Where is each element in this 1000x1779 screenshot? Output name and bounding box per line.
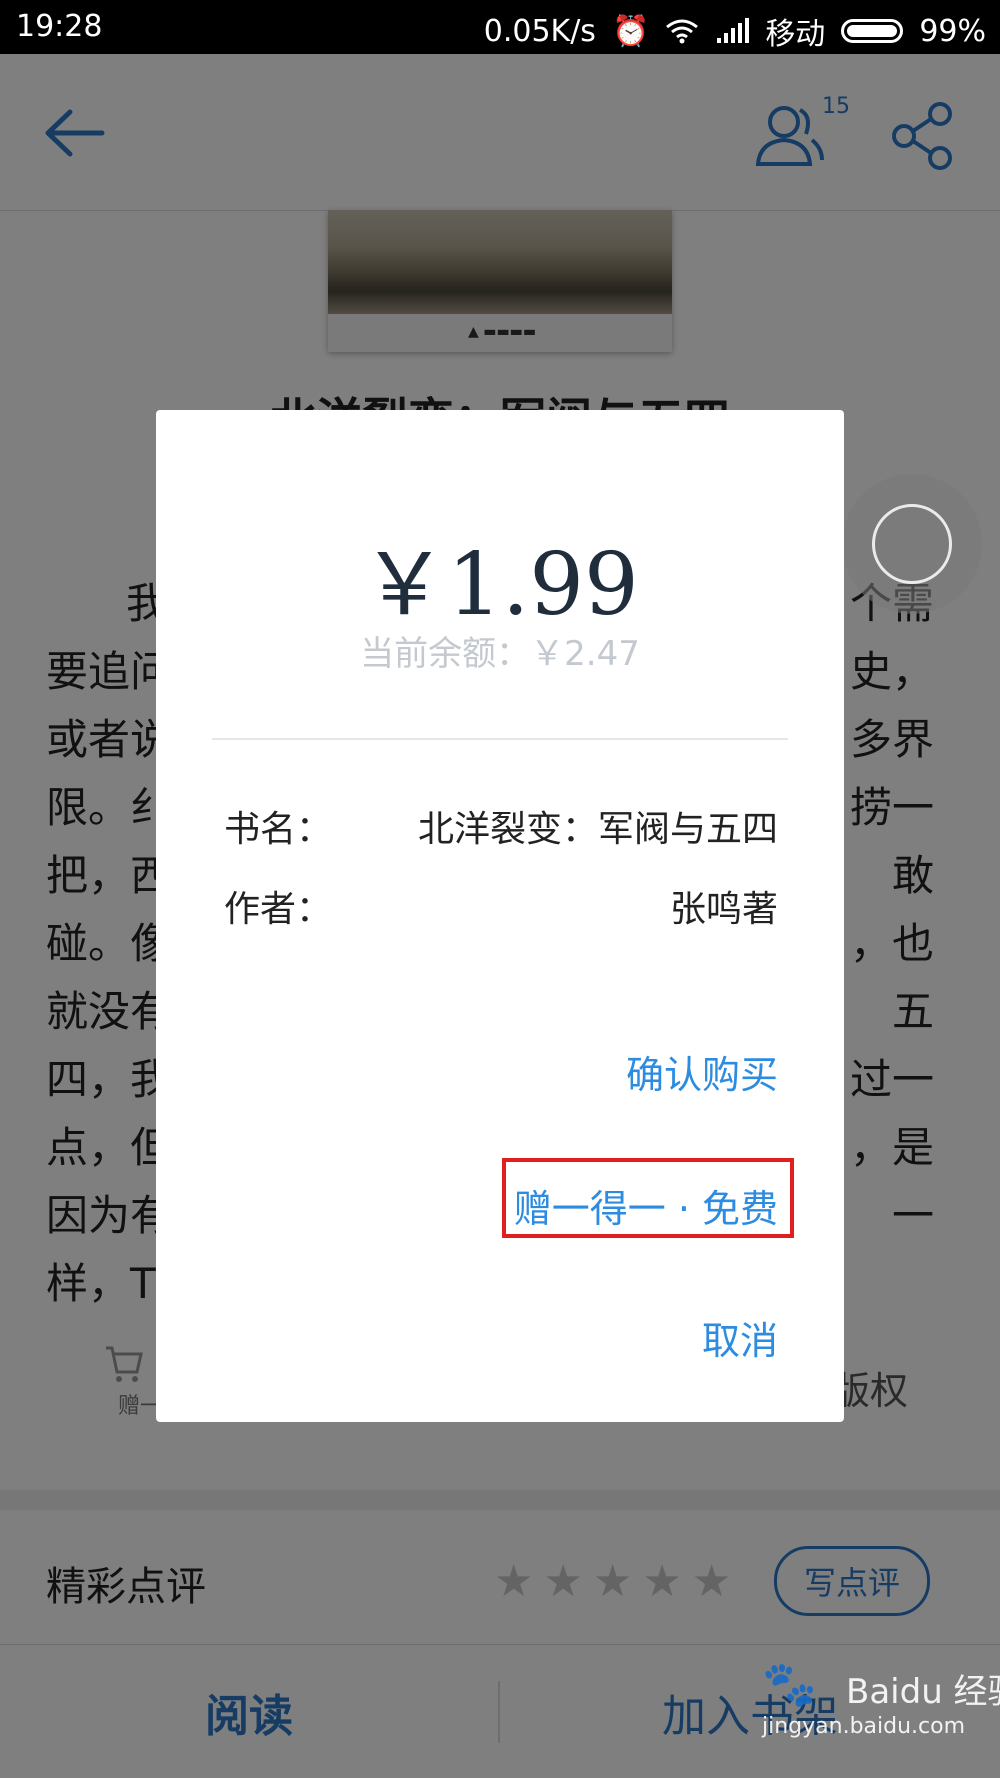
alarm-icon: ⏰: [611, 13, 650, 49]
confirm-purchase-button[interactable]: 确认购买: [626, 1044, 778, 1099]
battery-icon: [841, 19, 904, 43]
status-bar: 19:28 0.05K/s ⏰ 移动 99%: [0, 0, 1000, 54]
wifi-icon: [666, 19, 699, 44]
book-name-value: 北洋裂变：军阀与五四: [417, 809, 778, 850]
signal-icon: [717, 18, 750, 43]
gift-free-button[interactable]: 赠一得一 · 免费: [502, 1158, 794, 1238]
carrier-name: 移动: [765, 17, 826, 52]
author-value: 张鸣著: [669, 889, 778, 930]
balance-label: 当前余额：￥2.47: [360, 634, 640, 674]
status-icons: 0.05K/s ⏰ 移动 99%: [484, 9, 986, 53]
watermark-url: jingyan.baidu.com: [762, 1714, 966, 1739]
book-name-label: 书名：: [224, 809, 333, 850]
battery-level: 99%: [919, 13, 986, 49]
status-time: 19:28: [16, 9, 103, 44]
watermark-cn: Baidu 经验: [846, 1672, 1000, 1712]
paw-logo-icon: 🐾: [762, 1659, 817, 1710]
purchase-dialog: ￥1.99 当前余额：￥2.47 书名： 北洋裂变：军阀与五四 作者： 张鸣著 …: [156, 410, 844, 1422]
network-speed: 0.05K/s: [483, 13, 596, 49]
gift-free-label: 赠一得一 · 免费: [513, 1187, 778, 1231]
author-label: 作者：: [224, 889, 333, 930]
dialog-divider: [212, 738, 788, 740]
price-label: ￥1.99: [361, 535, 639, 635]
cancel-button[interactable]: 取消: [702, 1310, 778, 1365]
floating-assist-button[interactable]: [842, 474, 982, 614]
